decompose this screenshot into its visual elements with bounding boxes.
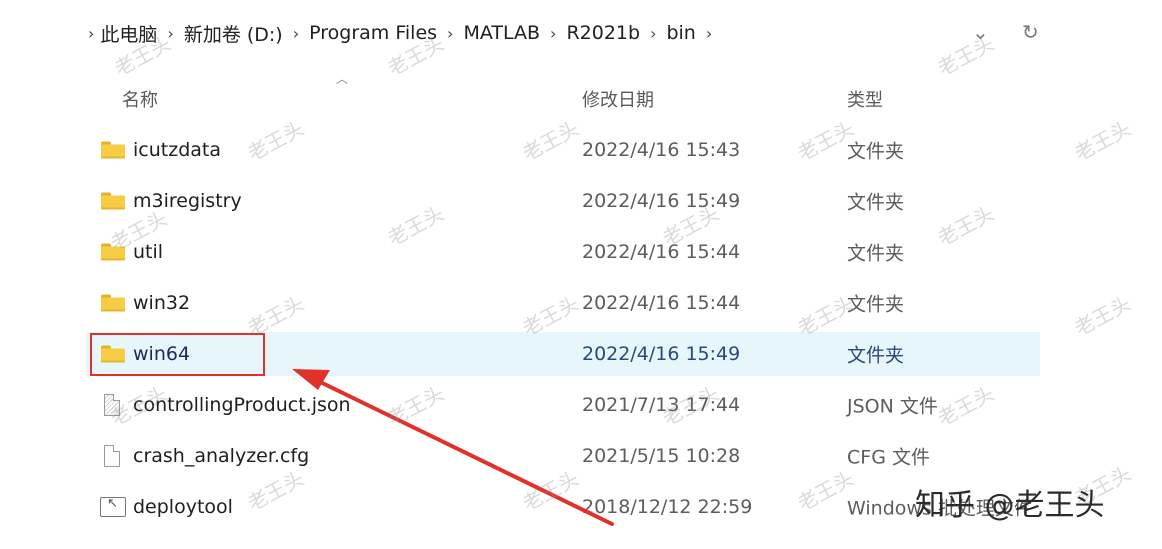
brand-watermark: 知乎 @老王头 bbox=[915, 488, 1105, 523]
red-arrow bbox=[292, 369, 614, 526]
